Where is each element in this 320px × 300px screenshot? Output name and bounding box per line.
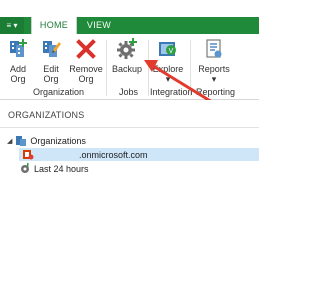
add-org-label: Add Org [9,64,26,84]
edit-org-label: Edit Org [43,64,59,84]
tree-label-org: .onmicrosoft.com [79,149,148,160]
office-org-icon [22,149,34,160]
app-menu-button[interactable]: ≡ ▾ [0,17,24,34]
tree-item-organizations[interactable]: ◢ Organizations [7,134,86,147]
panel-title: ORGANIZATIONS [8,110,85,120]
backup-button[interactable]: Backup [111,38,143,74]
group-label-organization: Organization [33,87,85,97]
organizations-icon [15,135,27,146]
title-tab-bar: ≡ ▾ HOME VIEW [0,0,259,34]
ribbon-separator [106,40,107,96]
hamburger-menu-icon: ≡ ▾ [6,21,18,30]
tab-home[interactable]: HOME [31,17,77,34]
ribbon: Add Org Edit Org Remove Org Backup V Exp… [0,34,259,104]
edit-org-icon [40,38,62,60]
backup-gear-icon [115,38,139,60]
remove-org-label: Remove Org [69,64,103,84]
tree-item-org[interactable]: .onmicrosoft.com [19,148,259,161]
add-org-icon [7,38,29,60]
add-org-button[interactable]: Add Org [7,38,29,84]
tree-label-last-24-hours: Last 24 hours [34,163,89,174]
remove-org-icon [75,38,97,60]
tree-item-last-24-hours[interactable]: Last 24 hours [19,162,89,175]
organizations-tree: ◢ Organizations .onmicrosoft.com Last 24… [0,128,259,300]
tree-label-organizations: Organizations [30,135,86,146]
expand-triangle-icon: ◢ [7,137,13,145]
sessions-gear-icon [19,163,31,174]
organizations-panel-header: ORGANIZATIONS [0,100,259,128]
edit-org-button[interactable]: Edit Org [40,38,62,84]
backup-label: Backup [111,64,143,74]
remove-org-button[interactable]: Remove Org [69,38,103,84]
group-label-jobs: Jobs [119,87,139,97]
tab-view[interactable]: VIEW [86,17,112,34]
